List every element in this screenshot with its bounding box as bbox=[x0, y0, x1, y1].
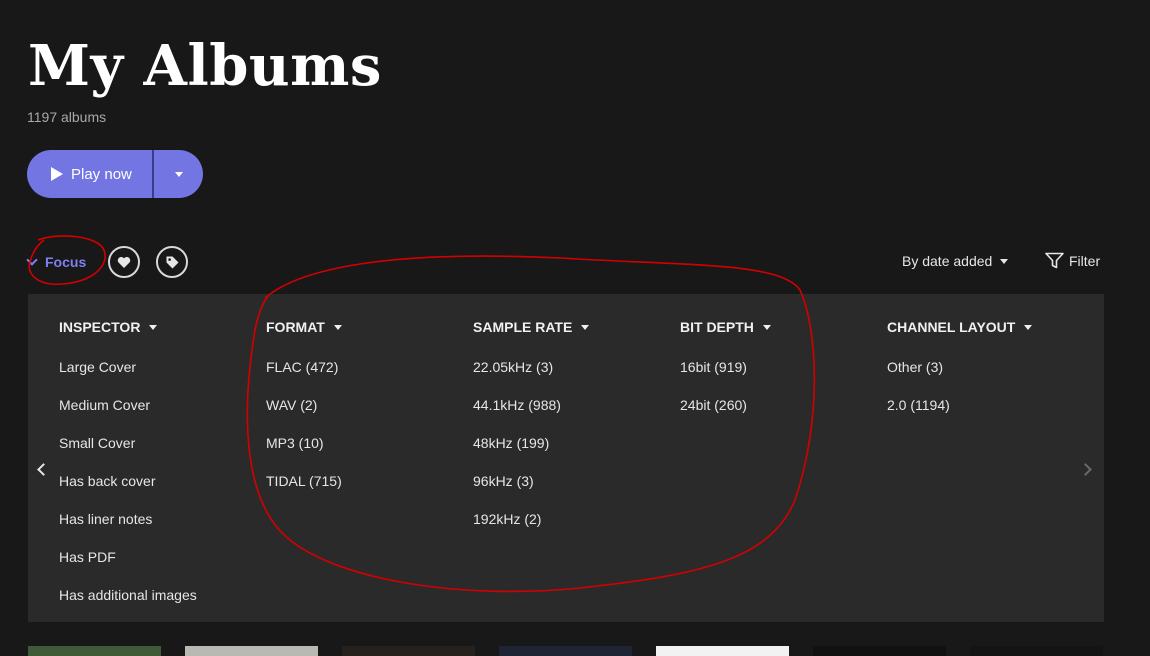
page-title: My Albums bbox=[28, 33, 382, 99]
album-thumbnail[interactable] bbox=[342, 646, 475, 656]
play-now-label: Play now bbox=[71, 165, 132, 183]
album-count: 1197 albums bbox=[27, 109, 107, 125]
filter-icon bbox=[1045, 252, 1064, 269]
caret-down-icon bbox=[333, 324, 342, 330]
focus-label: Focus bbox=[45, 254, 87, 270]
column-header-sample-rate[interactable]: SAMPLE RATE bbox=[473, 319, 590, 335]
focus-option[interactable]: 16bit (919) bbox=[680, 359, 747, 375]
caret-down-icon bbox=[762, 324, 771, 330]
focus-toggle[interactable]: Focus bbox=[26, 254, 86, 270]
focus-option[interactable]: FLAC (472) bbox=[266, 359, 338, 375]
caret-down-icon bbox=[581, 324, 590, 330]
focus-option[interactable]: Has back cover bbox=[59, 473, 155, 489]
column-heading: FORMAT bbox=[266, 319, 325, 335]
focus-option[interactable]: 192kHz (2) bbox=[473, 511, 541, 527]
focus-option[interactable]: TIDAL (715) bbox=[266, 473, 342, 489]
play-now-button[interactable]: Play now bbox=[27, 150, 152, 198]
focus-option[interactable]: Has PDF bbox=[59, 549, 116, 565]
focus-option[interactable]: 2.0 (1194) bbox=[887, 397, 950, 413]
column-heading: INSPECTOR bbox=[59, 319, 141, 335]
column-header-format[interactable]: FORMAT bbox=[266, 319, 342, 335]
focus-option[interactable]: 96kHz (3) bbox=[473, 473, 534, 489]
filter-button[interactable]: Filter bbox=[1045, 252, 1100, 269]
focus-option[interactable]: Large Cover bbox=[59, 359, 136, 375]
focus-option[interactable]: Has additional images bbox=[59, 587, 197, 603]
focus-option[interactable]: Has liner notes bbox=[59, 511, 152, 527]
focus-option[interactable]: 22.05kHz (3) bbox=[473, 359, 553, 375]
column-header-bit-depth[interactable]: BIT DEPTH bbox=[680, 319, 771, 335]
album-thumbnail[interactable] bbox=[970, 646, 1103, 656]
focus-option[interactable]: 44.1kHz (988) bbox=[473, 397, 561, 413]
focus-option[interactable]: 24bit (260) bbox=[680, 397, 747, 413]
play-button-group: Play now bbox=[27, 150, 203, 198]
sort-label: By date added bbox=[902, 253, 993, 269]
focus-option[interactable]: Medium Cover bbox=[59, 397, 150, 413]
album-thumbnail[interactable] bbox=[813, 646, 946, 656]
column-heading: SAMPLE RATE bbox=[473, 319, 573, 335]
column-header-inspector[interactable]: INSPECTOR bbox=[59, 319, 158, 335]
column-heading: BIT DEPTH bbox=[680, 319, 754, 335]
tag-icon bbox=[166, 256, 178, 268]
album-thumbnail[interactable] bbox=[656, 646, 789, 656]
chevron-down-icon bbox=[26, 254, 38, 266]
focus-option[interactable]: MP3 (10) bbox=[266, 435, 324, 451]
play-options-dropdown-button[interactable] bbox=[154, 150, 203, 198]
caret-down-icon bbox=[1000, 258, 1009, 264]
tags-button[interactable] bbox=[156, 246, 188, 278]
favorites-button[interactable] bbox=[108, 246, 140, 278]
chevron-left-icon[interactable] bbox=[37, 463, 50, 476]
chevron-right-icon[interactable] bbox=[1079, 463, 1092, 476]
focus-panel: INSPECTOR Large Cover Medium Cover Small… bbox=[28, 294, 1104, 622]
caret-down-icon bbox=[149, 324, 158, 330]
focus-option[interactable]: Small Cover bbox=[59, 435, 135, 451]
focus-option[interactable]: 48kHz (199) bbox=[473, 435, 549, 451]
album-thumbnail[interactable] bbox=[499, 646, 632, 656]
play-icon bbox=[51, 167, 63, 181]
column-header-channel-layout[interactable]: CHANNEL LAYOUT bbox=[887, 319, 1033, 335]
column-heading: CHANNEL LAYOUT bbox=[887, 319, 1016, 335]
heart-icon bbox=[117, 256, 131, 268]
album-thumbnail[interactable] bbox=[28, 646, 161, 656]
sort-dropdown[interactable]: By date added bbox=[902, 253, 1009, 269]
caret-down-icon bbox=[174, 171, 183, 177]
focus-option[interactable]: WAV (2) bbox=[266, 397, 317, 413]
caret-down-icon bbox=[1024, 324, 1033, 330]
filter-label: Filter bbox=[1069, 252, 1101, 269]
focus-option[interactable]: Other (3) bbox=[887, 359, 943, 375]
album-thumbnail[interactable] bbox=[185, 646, 318, 656]
